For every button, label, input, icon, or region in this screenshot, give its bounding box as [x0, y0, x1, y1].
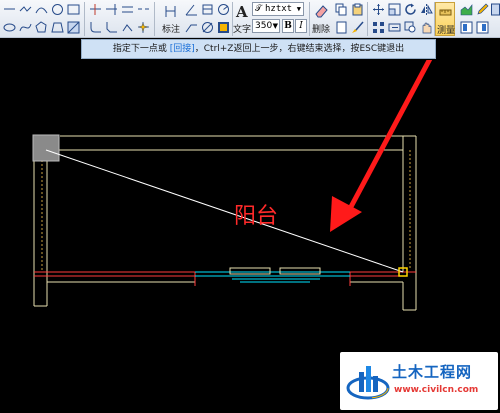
block-icon[interactable]: [216, 20, 231, 35]
area-chart-icon[interactable]: [459, 2, 474, 17]
parapet-lines: [34, 271, 416, 286]
stretch-icon[interactable]: [387, 20, 402, 35]
rotate-icon[interactable]: [403, 2, 418, 17]
radius-dim-icon[interactable]: [216, 2, 231, 17]
more-icon[interactable]: [491, 2, 500, 17]
command-prompt: 指定下一点或 [回接]，Ctrl+Z返回上一步，右键结束选择，按ESC键退出: [81, 39, 436, 59]
trim-icon[interactable]: [88, 2, 103, 17]
join-icon[interactable]: [120, 20, 135, 35]
watermark-url: www.civilcn.com: [394, 385, 479, 395]
page-icon[interactable]: [334, 20, 349, 35]
align-dim-icon[interactable]: [200, 2, 215, 17]
polygon-icon[interactable]: [34, 20, 49, 35]
watermark-title: 土木工程网: [392, 363, 473, 381]
diameter-dim-icon[interactable]: [200, 20, 215, 35]
circle-icon[interactable]: [50, 2, 65, 17]
dimension-icon[interactable]: [162, 3, 178, 19]
text-label[interactable]: 文字: [233, 22, 251, 35]
copy-icon[interactable]: [334, 2, 349, 17]
move-icon[interactable]: [371, 2, 386, 17]
leader-icon[interactable]: [184, 20, 199, 35]
dimension-label[interactable]: 标注: [162, 22, 180, 35]
chevron-down-icon: ▼: [272, 22, 278, 30]
image-left-icon[interactable]: [459, 20, 474, 35]
logo-icon: [346, 366, 390, 400]
break-icon[interactable]: [136, 2, 151, 17]
zoom-window-icon[interactable]: [403, 20, 418, 35]
wall-lines: [33, 135, 417, 311]
hatch-icon[interactable]: [66, 20, 81, 35]
font-select-value: hztxt: [265, 4, 293, 14]
offset-icon[interactable]: [120, 2, 135, 17]
bold-button[interactable]: B: [282, 19, 294, 33]
start-point-marker: [32, 134, 60, 162]
ruler-icon: [438, 5, 453, 20]
window-lines: [195, 271, 350, 283]
measure-button[interactable]: 测量: [435, 2, 455, 36]
eraser-icon[interactable]: [313, 3, 329, 19]
measure-label: 测量: [437, 26, 456, 36]
array-icon[interactable]: [371, 20, 386, 35]
fillet-icon[interactable]: [88, 20, 103, 35]
trapezoid-icon[interactable]: [50, 20, 65, 35]
font-size-select[interactable]: 350 ▼: [252, 19, 280, 33]
scale-icon[interactable]: [387, 2, 402, 17]
extend-icon[interactable]: [104, 2, 119, 17]
prompt-text-before: 指定下一点或: [112, 44, 170, 54]
arc-icon[interactable]: [34, 2, 49, 17]
toolbar: 标注 A 文字 𝒯 hztxt ▼ 350 ▼ B I 删除 测量: [0, 0, 500, 38]
pan-icon[interactable]: [419, 20, 434, 35]
paste-icon[interactable]: [350, 2, 365, 17]
chevron-down-icon: ▼: [296, 5, 301, 13]
ellipse-icon[interactable]: [2, 20, 17, 35]
image-right-icon[interactable]: [475, 20, 490, 35]
delete-label[interactable]: 删除: [312, 22, 330, 35]
window-frames: [229, 267, 321, 275]
font-select[interactable]: 𝒯 hztxt ▼: [252, 2, 304, 16]
brush-icon[interactable]: [350, 20, 365, 35]
room-label: 阳台: [234, 204, 279, 229]
explode-icon[interactable]: [136, 20, 151, 35]
chamfer-icon[interactable]: [104, 20, 119, 35]
red-arrow-icon: [330, 38, 443, 232]
prompt-option-link[interactable]: [回接]: [170, 44, 195, 54]
mirror-icon[interactable]: [419, 2, 434, 17]
angle-dim-icon[interactable]: [184, 2, 199, 17]
prompt-text-after: ，Ctrl+Z返回上一步，右键结束选择，按ESC键退出: [194, 44, 405, 54]
text-icon[interactable]: A: [236, 3, 248, 21]
font-size-value: 350: [255, 21, 273, 31]
italic-button[interactable]: I: [295, 19, 307, 33]
polyline-icon[interactable]: [18, 2, 33, 17]
font-type-icon: 𝒯: [255, 4, 262, 14]
rectangle-icon[interactable]: [66, 2, 81, 17]
line-icon[interactable]: [2, 2, 17, 17]
curve-icon[interactable]: [18, 20, 33, 35]
watermark-logo: 土木工程网 www.civilcn.com: [340, 352, 498, 410]
pencil-icon[interactable]: [475, 2, 490, 17]
